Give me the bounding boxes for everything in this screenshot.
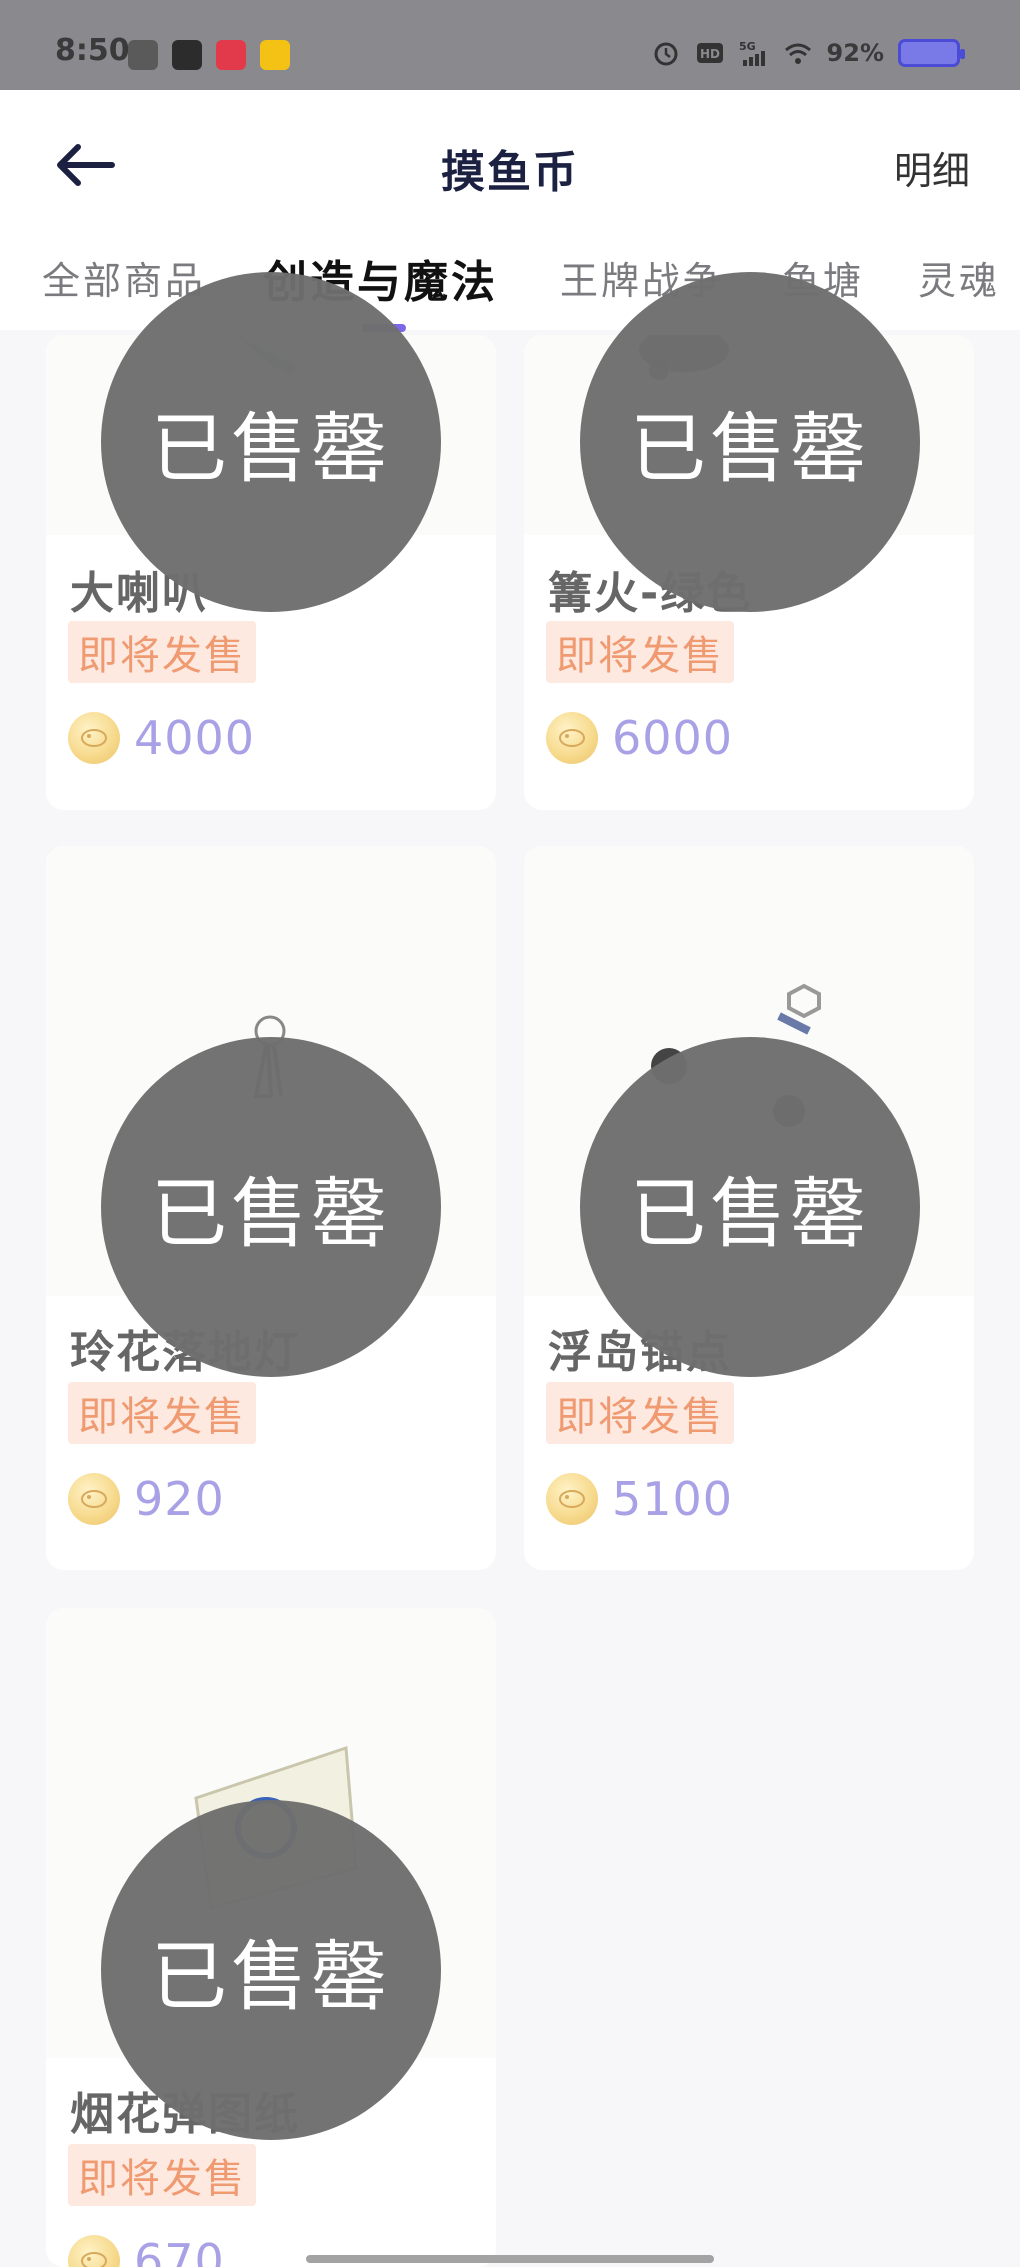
price-value: 5100: [612, 1472, 734, 1526]
sold-out-overlay: 已售罄: [101, 1800, 441, 2140]
sold-out-overlay: 已售罄: [101, 272, 441, 612]
price-value: 4000: [134, 711, 256, 765]
iqiyi-app-icon: [128, 40, 158, 70]
wifi-icon: [784, 43, 811, 64]
sold-out-overlay: 已售罄: [580, 1037, 920, 1377]
red-app-icon: [216, 40, 246, 70]
alarm-icon: [654, 42, 678, 66]
price-row: 920: [68, 1472, 225, 1526]
sold-out-overlay: 已售罄: [101, 1037, 441, 1377]
coming-soon-badge: 即将发售: [68, 2144, 256, 2206]
fish-coin-icon: [546, 712, 598, 764]
price-row: 6000: [546, 711, 733, 765]
coming-soon-badge: 即将发售: [68, 1382, 256, 1444]
sold-out-overlay: 已售罄: [580, 272, 920, 612]
price-value: 6000: [612, 711, 734, 765]
category-tabs: 全部商品 创造与魔法 王牌战争 鱼塘 灵魂: [0, 250, 1020, 320]
price-value: 920: [134, 1472, 225, 1526]
price-row: 5100: [546, 1472, 733, 1526]
price-row: 4000: [68, 711, 255, 765]
fish-coin-icon: [68, 712, 120, 764]
battery-percent: 92%: [826, 39, 884, 67]
fish-coin-icon: [546, 1473, 598, 1525]
status-time: 8:50: [55, 33, 130, 68]
coming-soon-badge: 即将发售: [68, 621, 256, 683]
coming-soon-badge: 即将发售: [546, 621, 734, 683]
price-value: 670: [134, 2234, 225, 2267]
fish-coin-icon: [68, 2235, 120, 2267]
game-app-icon: [260, 40, 290, 70]
tab-soul[interactable]: 灵魂: [918, 250, 1000, 305]
home-indicator[interactable]: [306, 2255, 714, 2263]
battery-icon: [898, 39, 965, 67]
bag-app-icon: [172, 40, 202, 70]
page-title: 摸鱼币: [441, 147, 579, 198]
status-bar: 8:50 HD 5G 92%: [0, 0, 1020, 90]
status-right: HD 5G 92%: [651, 38, 965, 68]
hd-icon: HD: [696, 43, 723, 63]
fish-coin-icon: [68, 1473, 120, 1525]
svg-text:HD: HD: [700, 47, 720, 61]
coming-soon-badge: 即将发售: [546, 1382, 734, 1444]
detail-button[interactable]: 明细: [894, 140, 970, 195]
signal-5g-icon: 5G: [739, 40, 765, 66]
svg-text:5G: 5G: [739, 40, 756, 53]
price-row: 670: [68, 2234, 225, 2267]
notification-icons: [128, 40, 290, 70]
